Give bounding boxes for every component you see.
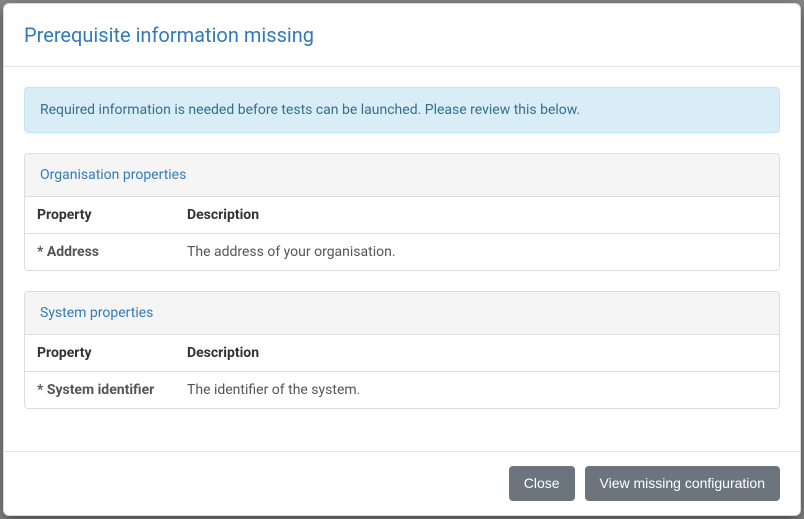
property-description: The identifier of the system. (175, 372, 779, 409)
system-table: Property Description * System identifier… (25, 335, 779, 408)
table-header-row: Property Description (25, 335, 779, 372)
table-row: * System identifier The identifier of th… (25, 372, 779, 409)
modal-title: Prerequisite information missing (24, 21, 780, 49)
organisation-panel: Organisation properties Property Descrip… (24, 153, 780, 271)
modal-body: Required information is needed before te… (4, 67, 800, 451)
table-row: * Address The address of your organisati… (25, 234, 779, 271)
system-panel: System properties Property Description *… (24, 291, 780, 409)
modal-header: Prerequisite information missing (4, 4, 800, 67)
col-property: Property (25, 197, 175, 234)
view-missing-configuration-button[interactable]: View missing configuration (585, 466, 781, 501)
col-description: Description (175, 335, 779, 372)
organisation-panel-title: Organisation properties (25, 154, 779, 197)
col-description: Description (175, 197, 779, 234)
organisation-table: Property Description * Address The addre… (25, 197, 779, 270)
modal-footer: Close View missing configuration (4, 451, 800, 515)
close-button[interactable]: Close (509, 466, 575, 501)
property-name: * System identifier (25, 372, 175, 409)
col-property: Property (25, 335, 175, 372)
alert-info: Required information is needed before te… (24, 87, 780, 133)
table-header-row: Property Description (25, 197, 779, 234)
modal-dialog: Prerequisite information missing Require… (3, 3, 801, 516)
property-description: The address of your organisation. (175, 234, 779, 271)
property-name: * Address (25, 234, 175, 271)
system-panel-title: System properties (25, 292, 779, 335)
